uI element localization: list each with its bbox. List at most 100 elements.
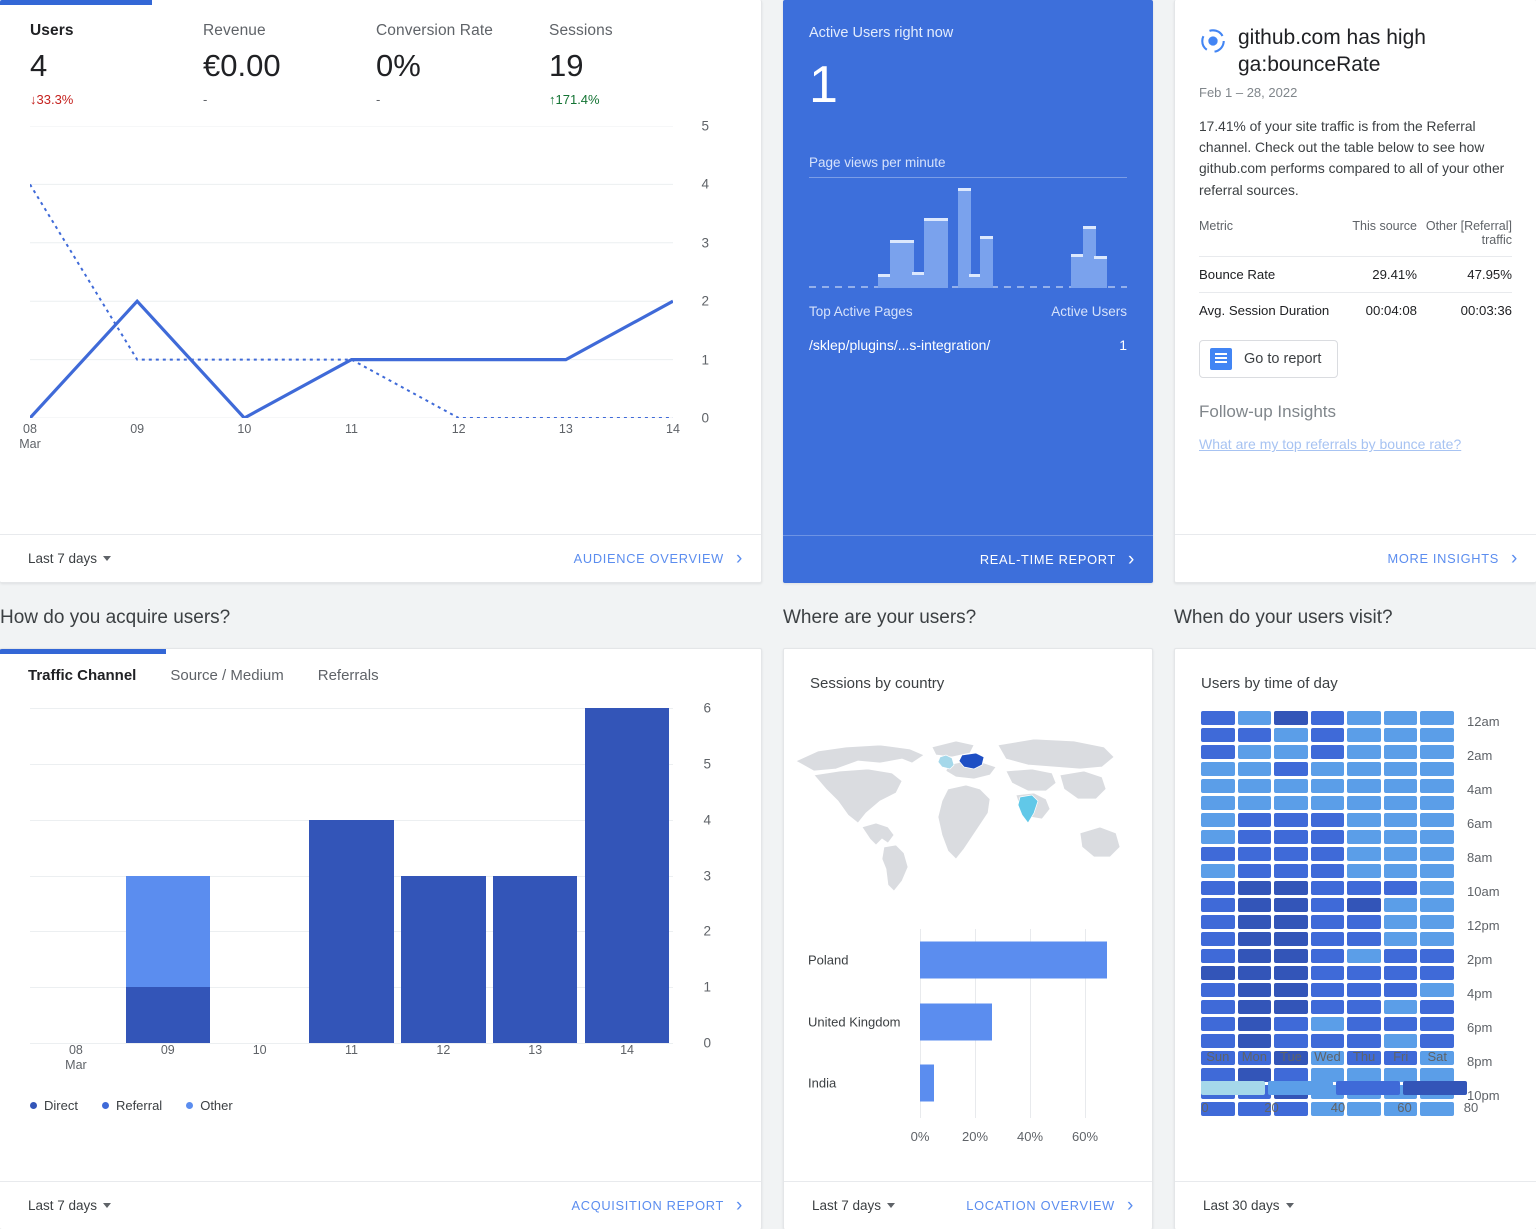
heatmap-cell[interactable] [1347,1017,1381,1031]
heatmap-cell[interactable] [1347,1068,1381,1082]
heatmap-cell[interactable] [1201,915,1235,929]
more-insights-link[interactable]: MORE INSIGHTS › [1387,549,1518,568]
heatmap-cell[interactable] [1311,1068,1345,1082]
heatmap-cell[interactable] [1274,898,1308,912]
heatmap-cell[interactable] [1274,728,1308,742]
country-bar[interactable] [920,941,1107,978]
heatmap-cell[interactable] [1384,711,1418,725]
heatmap-cell[interactable] [1420,915,1454,929]
heatmap-cell[interactable] [1384,830,1418,844]
heatmap-cell[interactable] [1311,915,1345,929]
heatmap-cell[interactable] [1347,796,1381,810]
heatmap-cell[interactable] [1420,983,1454,997]
heatmap-cell[interactable] [1420,779,1454,793]
heatmap-cell[interactable] [1201,1000,1235,1014]
heatmap-cell[interactable] [1384,881,1418,895]
heatmap-cell[interactable] [1347,779,1381,793]
heatmap-cell[interactable] [1384,728,1418,742]
heatmap-cell[interactable] [1384,847,1418,861]
heatmap-cell[interactable] [1274,830,1308,844]
heatmap-cell[interactable] [1420,949,1454,963]
heatmap-cell[interactable] [1274,796,1308,810]
heatmap-cell[interactable] [1201,830,1235,844]
date-range-selector[interactable]: Last 7 days [812,1198,895,1213]
heatmap-cell[interactable] [1238,796,1272,810]
heatmap-cell[interactable] [1274,915,1308,929]
heatmap-cell[interactable] [1274,881,1308,895]
heatmap-cell[interactable] [1274,1068,1308,1082]
heatmap-cell[interactable] [1311,1034,1345,1048]
heatmap-cell[interactable] [1238,711,1272,725]
heatmap-cell[interactable] [1201,881,1235,895]
heatmap-cell[interactable] [1201,983,1235,997]
tab-traffic-channel[interactable]: Traffic Channel [28,667,170,684]
heatmap-cell[interactable] [1238,983,1272,997]
heatmap-cell[interactable] [1238,898,1272,912]
heatmap-cell[interactable] [1420,881,1454,895]
heatmap-cell[interactable] [1311,796,1345,810]
heatmap-cell[interactable] [1274,745,1308,759]
heatmap-cell[interactable] [1311,762,1345,776]
heatmap-cell[interactable] [1347,966,1381,980]
bar-column[interactable] [493,876,578,1044]
heatmap-cell[interactable] [1347,847,1381,861]
heatmap-cell[interactable] [1384,915,1418,929]
heatmap-cell[interactable] [1420,966,1454,980]
heatmap-cell[interactable] [1384,1017,1418,1031]
heatmap-cell[interactable] [1311,847,1345,861]
heatmap-cell[interactable] [1274,1017,1308,1031]
heatmap-cell[interactable] [1238,779,1272,793]
heatmap-cell[interactable] [1420,932,1454,946]
heatmap-cell[interactable] [1274,847,1308,861]
heatmap-cell[interactable] [1384,813,1418,827]
heatmap-cell[interactable] [1238,830,1272,844]
heatmap-cell[interactable] [1347,898,1381,912]
heatmap-cell[interactable] [1420,1000,1454,1014]
heatmap-cell[interactable] [1347,830,1381,844]
date-range-selector[interactable]: Last 7 days [28,551,111,566]
heatmap-cell[interactable] [1201,813,1235,827]
legend-item[interactable]: Other [186,1098,233,1113]
heatmap-cell[interactable] [1384,898,1418,912]
heatmap-cell[interactable] [1311,983,1345,997]
heatmap-cell[interactable] [1274,779,1308,793]
heatmap-cell[interactable] [1311,864,1345,878]
heatmap-cell[interactable] [1201,1034,1235,1048]
heatmap-cell[interactable] [1274,864,1308,878]
heatmap-cell[interactable] [1311,745,1345,759]
heatmap-cell[interactable] [1420,762,1454,776]
heatmap-cell[interactable] [1347,1034,1381,1048]
heatmap-cell[interactable] [1347,745,1381,759]
heatmap-cell[interactable] [1201,762,1235,776]
heatmap-cell[interactable] [1384,1000,1418,1014]
heatmap-cell[interactable] [1274,966,1308,980]
heatmap-cell[interactable] [1274,932,1308,946]
heatmap-cell[interactable] [1420,796,1454,810]
heatmap-cell[interactable] [1311,949,1345,963]
heatmap-cell[interactable] [1201,745,1235,759]
heatmap-cell[interactable] [1274,711,1308,725]
heatmap-cell[interactable] [1201,847,1235,861]
heatmap-cell[interactable] [1311,711,1345,725]
heatmap-cell[interactable] [1420,847,1454,861]
heatmap-cell[interactable] [1201,796,1235,810]
acquisition-report-link[interactable]: ACQUISITION REPORT › [572,1196,743,1215]
country-bar[interactable] [920,1065,934,1102]
heatmap-cell[interactable] [1384,949,1418,963]
heatmap-cell[interactable] [1384,779,1418,793]
heatmap-cell[interactable] [1274,813,1308,827]
heatmap-cell[interactable] [1201,949,1235,963]
heatmap-cell[interactable] [1311,1017,1345,1031]
heatmap-cell[interactable] [1238,1068,1272,1082]
heatmap-cell[interactable] [1311,830,1345,844]
heatmap-cell[interactable] [1311,1000,1345,1014]
heatmap-cell[interactable] [1347,711,1381,725]
country-bar[interactable] [920,1003,992,1040]
heatmap-cell[interactable] [1384,745,1418,759]
heatmap-cell[interactable] [1384,1068,1418,1082]
legend-item[interactable]: Direct [30,1098,78,1113]
heatmap-cell[interactable] [1311,966,1345,980]
heatmap-cell[interactable] [1420,1034,1454,1048]
heatmap-cell[interactable] [1311,728,1345,742]
heatmap-cell[interactable] [1201,779,1235,793]
